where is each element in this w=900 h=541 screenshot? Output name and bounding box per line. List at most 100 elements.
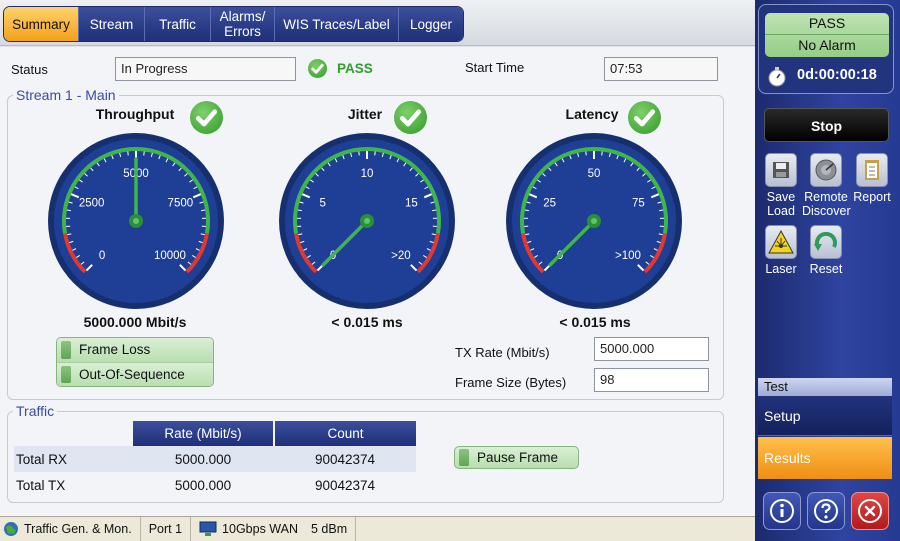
traffic-table: Rate (Mbit/s) Count Total RX 5000.000 90…: [14, 421, 416, 498]
row-label: Total TX: [16, 477, 66, 493]
gauge-tick: [201, 209, 206, 212]
summary-panel: Status In Progress PASS Start Time 07:53…: [0, 47, 755, 516]
port-cell: Port 1: [141, 517, 192, 541]
save-load-button[interactable]: Save Load: [757, 153, 805, 218]
tab-bar: Summary Stream Traffic Alarms/ Errors WI…: [0, 0, 755, 46]
report-button[interactable]: Report: [848, 153, 896, 204]
gauge-tick-label: 10: [361, 168, 374, 180]
laser-warning-icon: [765, 225, 797, 259]
count-column-header: Count: [273, 421, 416, 446]
alarm-status: No Alarm: [765, 34, 889, 56]
reset-button[interactable]: Reset: [802, 225, 850, 276]
jitter-check-icon: [394, 101, 427, 134]
status-bar: Traffic Gen. & Mon. Port 1 10Gbps WAN 5 …: [0, 516, 755, 541]
side-panel: PASS No Alarm 0d:00:00:18 Stop Save Load…: [755, 0, 900, 541]
out-of-sequence-indicator: Out-Of-Sequence: [57, 362, 213, 386]
gauge-hub-center: [591, 218, 597, 224]
info-icon: [770, 499, 794, 523]
gauge-tick-label: 25: [543, 198, 556, 210]
tx-rate-field[interactable]: 5000.000: [594, 337, 709, 361]
report-label: Report: [853, 190, 891, 204]
save-load-label: Save Load: [766, 190, 796, 218]
rate-column-header: Rate (Mbit/s): [131, 421, 274, 446]
tab-alarms-errors[interactable]: Alarms/ Errors: [211, 7, 275, 41]
frame-loss-indicator: Frame Loss: [57, 338, 213, 362]
count-cell: 90042374: [314, 477, 376, 493]
results-button[interactable]: Results: [758, 437, 892, 479]
gauge-tick-label: 10000: [154, 250, 186, 262]
test-status-card: PASS No Alarm 0d:00:00:18: [758, 4, 894, 94]
throughput-title: Throughput: [95, 106, 175, 122]
rate-cell: 5000.000: [174, 477, 232, 493]
gauge-tick: [297, 209, 302, 212]
test-section-label: Test: [758, 378, 892, 396]
reset-icon: [810, 225, 842, 259]
status-field: In Progress: [115, 57, 296, 81]
tab-stream[interactable]: Stream: [79, 7, 145, 41]
remote-discover-label: Remote Discover: [802, 190, 851, 218]
globe-icon: [4, 522, 18, 536]
gauge-tick-label: 75: [632, 198, 645, 210]
info-button[interactable]: [763, 492, 801, 530]
count-cell: 90042374: [274, 446, 416, 472]
close-button[interactable]: [851, 492, 889, 530]
tab-wis-traces-label[interactable]: WIS Traces/Label: [275, 7, 399, 41]
monitor-icon: [199, 521, 217, 536]
latency-gauge: 0255075>100: [506, 133, 682, 309]
power-text: 5 dBm: [311, 522, 348, 536]
stop-button[interactable]: Stop: [764, 108, 889, 142]
throughput-value: 5000.000 Mbit/s: [83, 314, 187, 330]
frame-size-field[interactable]: 98: [594, 368, 709, 392]
tab-summary[interactable]: Summary: [4, 7, 79, 41]
gauge-tick-label: >20: [391, 250, 411, 262]
error-indicators: Frame Loss Out-Of-Sequence: [56, 337, 214, 387]
close-icon: [858, 499, 882, 523]
start-time-label: Start Time: [465, 60, 525, 75]
gauge-tick: [432, 209, 437, 212]
help-button[interactable]: [807, 492, 845, 530]
pass-check-icon: [308, 59, 327, 78]
laser-button[interactable]: Laser: [757, 225, 805, 276]
interface-cell: 10Gbps WAN 5 dBm: [191, 517, 357, 541]
status-result: PASS: [337, 61, 373, 76]
table-row: Total RX 5000.000 90042374: [14, 446, 416, 472]
status-label: Status: [11, 62, 48, 77]
elapsed-timer: 0d:00:00:18: [797, 67, 877, 83]
laser-label: Laser: [765, 262, 797, 276]
pause-frame-indicator: Pause Frame: [454, 446, 579, 469]
tab-strip: Summary Stream Traffic Alarms/ Errors WI…: [3, 6, 464, 42]
gauge-tick: [524, 209, 529, 212]
throughput-check-icon: [190, 101, 223, 134]
frame-size-label: Frame Size (Bytes): [455, 375, 567, 390]
gauge-tick-label: >100: [615, 250, 641, 262]
throughput-gauge: 025005000750010000: [48, 133, 224, 309]
clipboard-icon: [856, 153, 888, 187]
latency-value: < 0.015 ms: [559, 314, 631, 330]
interface-text: 10Gbps WAN: [222, 522, 298, 536]
latency-check-icon: [628, 101, 661, 134]
stopwatch-icon: [768, 67, 786, 87]
gauge-tick-label: 7500: [168, 198, 194, 210]
gauge-hub-center: [133, 218, 139, 224]
port-text: Port 1: [148, 522, 183, 536]
remote-discover-button[interactable]: Remote Discover: [802, 153, 851, 218]
pass-verdict: PASS: [808, 15, 846, 31]
tab-traffic[interactable]: Traffic: [145, 7, 211, 41]
tx-rate-label: TX Rate (Mbit/s): [455, 345, 550, 360]
rate-cell: 5000.000: [132, 446, 274, 472]
gauge-hub-center: [364, 218, 370, 224]
gauge-tick-label: 50: [588, 168, 601, 180]
row-label: Total RX: [14, 446, 132, 472]
mode-text: Traffic Gen. & Mon.: [24, 522, 132, 536]
gauge-tick: [66, 209, 71, 212]
gauge-tick-label: 5: [319, 198, 325, 210]
help-icon: [814, 499, 838, 523]
traffic-group-title: Traffic: [13, 403, 58, 419]
gauge-tick-label: 2500: [79, 198, 105, 210]
tab-logger[interactable]: Logger: [399, 7, 463, 41]
mode-cell: Traffic Gen. & Mon.: [0, 517, 141, 541]
gauge-tick-label: 15: [405, 198, 418, 210]
jitter-gauge: 051015>20: [279, 133, 455, 309]
radar-icon: [810, 153, 842, 187]
setup-button[interactable]: Setup: [758, 396, 892, 436]
